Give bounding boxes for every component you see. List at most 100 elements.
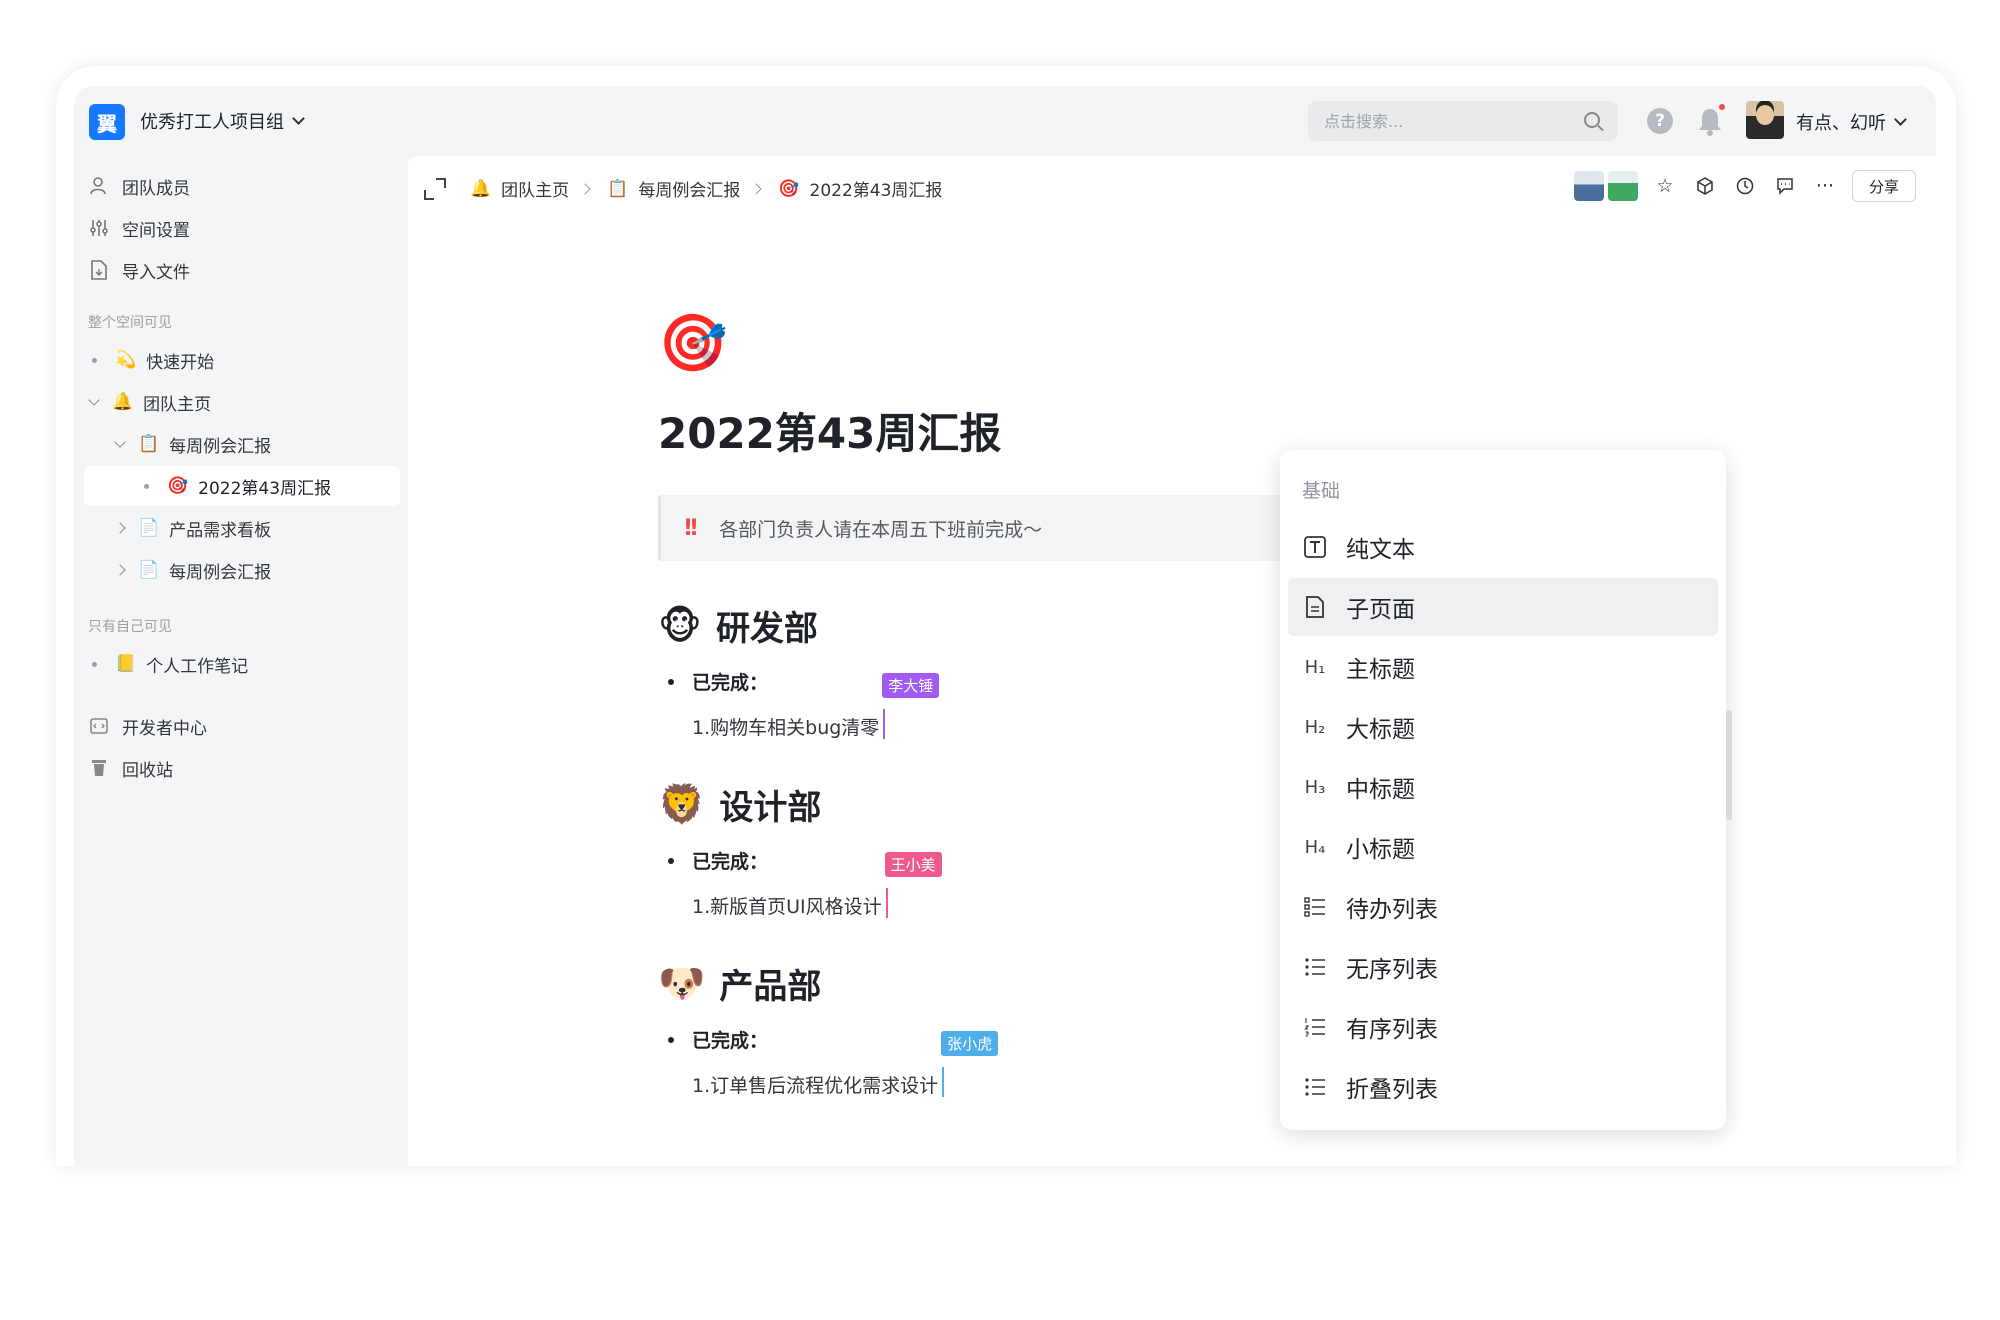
cube-icon[interactable] bbox=[1692, 173, 1718, 199]
menu-item-plain-text[interactable]: 纯文本 bbox=[1288, 518, 1718, 576]
import-file-icon bbox=[88, 259, 110, 281]
expand-icon[interactable] bbox=[424, 177, 446, 200]
sidebar-item-import[interactable]: 导入文件 bbox=[84, 250, 400, 290]
collaborator-avatar[interactable] bbox=[1607, 171, 1638, 201]
block-type-menu: 基础 纯文本 子页面 H₁ 主标题 H₂ 大标题 H₃ 中标题 H₄ 小标题 待… bbox=[1280, 450, 1726, 1130]
menu-item-todo-list[interactable]: 待办列表 bbox=[1288, 878, 1718, 936]
menu-item-label: 折叠列表 bbox=[1346, 1077, 1438, 1103]
sidebar-item-week43[interactable]: 🎯 2022第43周汇报 bbox=[84, 466, 400, 506]
bullet-icon bbox=[92, 661, 97, 667]
sidebar-item-label: 团队成员 bbox=[122, 178, 190, 199]
text-T-icon bbox=[1302, 534, 1328, 560]
breadcrumb-item-current[interactable]: 2022第43周汇报 bbox=[810, 176, 943, 201]
sidebar-item-space-settings[interactable]: 空间设置 bbox=[84, 208, 400, 248]
breadcrumb-item-team-home[interactable]: 团队主页 bbox=[501, 176, 569, 201]
sidebar-item-weekly-meeting-2[interactable]: 📄 每周例会汇报 bbox=[84, 550, 400, 590]
collab-cursor bbox=[885, 888, 888, 918]
code-icon bbox=[88, 715, 110, 737]
search-icon[interactable] bbox=[1584, 112, 1600, 128]
exclamation-icon: !! bbox=[683, 515, 699, 541]
bullet-icon bbox=[144, 483, 149, 489]
sidebar-item-developer[interactable]: 开发者中心 bbox=[84, 706, 400, 746]
page-icon: 📄 bbox=[138, 560, 160, 580]
help-icon[interactable]: ? bbox=[1647, 108, 1673, 134]
sparkle-icon: 💫 bbox=[115, 350, 137, 370]
star-icon[interactable]: ☆ bbox=[1652, 173, 1678, 199]
doc-toolbar: ☆ ··· 分享 bbox=[1573, 170, 1916, 202]
callout-block[interactable]: !! 各部门负责人请在本周五下班前完成～ bbox=[658, 495, 1348, 561]
menu-item-h4[interactable]: H₄ 小标题 bbox=[1288, 818, 1718, 876]
sidebar-item-trash[interactable]: 回收站 bbox=[84, 748, 400, 788]
sidebar-item-label: 每周例会汇报 bbox=[169, 562, 272, 583]
menu-item-label: 有序列表 bbox=[1346, 1017, 1438, 1043]
menu-item-toggle-list[interactable]: 折叠列表 bbox=[1288, 1058, 1718, 1116]
sidebar-item-label: 导入文件 bbox=[122, 262, 190, 283]
comment-icon[interactable] bbox=[1772, 173, 1798, 199]
workspace-logo[interactable]: 翼 bbox=[89, 104, 125, 140]
menu-item-label: 待办列表 bbox=[1346, 897, 1438, 923]
chevron-right-icon bbox=[579, 182, 591, 195]
sidebar-item-label: 2022第43周汇报 bbox=[198, 478, 332, 499]
page-icon: 📄 bbox=[138, 518, 160, 538]
task-line[interactable]: 1.购物车相关bug清零 李大锤 bbox=[692, 673, 940, 740]
collaborator-avatar[interactable] bbox=[1573, 171, 1604, 201]
sidebar-item-team-home[interactable]: 🔔 团队主页 bbox=[84, 382, 400, 422]
bell-icon[interactable] bbox=[1697, 106, 1723, 136]
collab-cursor-label: 王小美 bbox=[884, 852, 942, 877]
bullet-list-icon bbox=[1302, 954, 1328, 980]
user-menu[interactable]: 有点、幻听 bbox=[1796, 109, 1907, 135]
menu-item-subpage[interactable]: 子页面 bbox=[1288, 578, 1718, 636]
menu-item-label: 子页面 bbox=[1346, 597, 1415, 623]
sidebar-item-product-board[interactable]: 📄 产品需求看板 bbox=[84, 508, 400, 548]
monkey-icon: 🐵 bbox=[658, 603, 702, 648]
collab-cursor bbox=[883, 709, 886, 739]
sidebar-item-label: 团队主页 bbox=[143, 394, 212, 415]
notebook-icon: 📒 bbox=[115, 654, 137, 674]
h4-icon: H₄ bbox=[1304, 836, 1326, 858]
history-icon[interactable] bbox=[1732, 173, 1758, 199]
task-line[interactable]: 1.订单售后流程优化需求设计 张小虎 bbox=[692, 1031, 999, 1098]
breadcrumb-item-weekly-meeting[interactable]: 每周例会汇报 bbox=[638, 176, 740, 201]
menu-item-h3[interactable]: H₃ 中标题 bbox=[1288, 758, 1718, 816]
task-text: 1.新版首页UI风格设计 bbox=[692, 896, 882, 918]
chevron-right-icon[interactable] bbox=[114, 522, 126, 534]
section-label-private: 只有自己可见 bbox=[88, 619, 172, 635]
chevron-down-icon[interactable] bbox=[114, 435, 126, 448]
menu-item-ordered-list[interactable]: 有序列表 bbox=[1288, 998, 1718, 1056]
top-bar: 翼 优秀打工人项目组 ? 有点、幻听 bbox=[74, 86, 1936, 156]
collab-cursor-label: 张小虎 bbox=[941, 1031, 999, 1056]
collab-cursor bbox=[942, 1067, 945, 1097]
sidebar-item-members[interactable]: 团队成员 bbox=[84, 166, 400, 206]
chevron-down-icon bbox=[1894, 113, 1907, 126]
bell-emoji-icon: 🔔 bbox=[470, 178, 492, 199]
workspace-switcher[interactable]: 优秀打工人项目组 bbox=[140, 108, 305, 134]
avatar[interactable] bbox=[1746, 101, 1784, 139]
section-heading-text: 研发部 bbox=[715, 609, 818, 649]
bullet-icon bbox=[668, 678, 674, 685]
sidebar-item-weekly-meeting[interactable]: 📋 每周例会汇报 bbox=[84, 424, 400, 464]
share-button[interactable]: 分享 bbox=[1851, 170, 1916, 202]
search-box[interactable] bbox=[1308, 101, 1618, 141]
search-input[interactable] bbox=[1324, 101, 1574, 141]
sidebar-item-quick-start[interactable]: 💫 快速开始 bbox=[84, 340, 400, 380]
sidebar-item-personal-notes[interactable]: 📒 个人工作笔记 bbox=[84, 644, 400, 684]
more-icon[interactable]: ··· bbox=[1812, 173, 1838, 199]
workspace-name: 优秀打工人项目组 bbox=[140, 112, 284, 133]
task-line[interactable]: 1.新版首页UI风格设计 王小美 bbox=[692, 852, 942, 919]
menu-item-h1[interactable]: H₁ 主标题 bbox=[1288, 638, 1718, 696]
callout-text: 各部门负责人请在本周五下班前完成～ bbox=[719, 518, 1043, 541]
menu-item-label: 纯文本 bbox=[1346, 537, 1415, 563]
collab-cursor-label: 李大锤 bbox=[882, 673, 940, 698]
h3-icon: H₃ bbox=[1304, 776, 1326, 798]
menu-scrollbar[interactable] bbox=[1726, 710, 1732, 820]
chevron-right-icon[interactable] bbox=[114, 564, 126, 576]
menu-item-label: 无序列表 bbox=[1346, 957, 1438, 983]
menu-item-bullet-list[interactable]: 无序列表 bbox=[1288, 938, 1718, 996]
menu-item-h2[interactable]: H₂ 大标题 bbox=[1288, 698, 1718, 756]
ordered-list-icon bbox=[1302, 1014, 1328, 1040]
chevron-down-icon[interactable] bbox=[88, 393, 100, 406]
users-icon bbox=[88, 175, 110, 197]
target-icon: 🎯 bbox=[778, 178, 800, 199]
target-icon[interactable]: 🎯 bbox=[658, 316, 1758, 372]
sidebar: 团队成员 空间设置 导入文件 整个空间可见 💫 快速开始 🔔 团队主页 📋 每周… bbox=[74, 156, 408, 1166]
